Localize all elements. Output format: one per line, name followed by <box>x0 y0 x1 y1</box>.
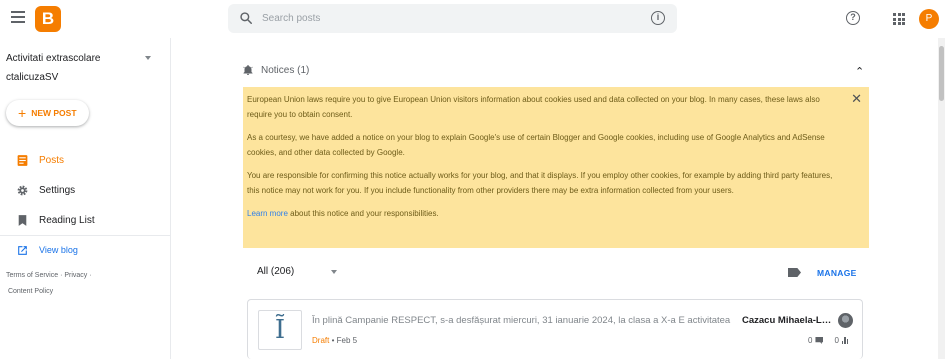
help-icon[interactable]: ? <box>846 11 860 25</box>
account-avatar[interactable]: P <box>919 9 939 29</box>
comment-count: 0 <box>808 336 813 345</box>
sidebar-item-label: Settings <box>39 184 76 196</box>
post-title[interactable]: În plină Campanie RESPECT, s-a desfășura… <box>312 315 742 326</box>
page-scrollbar[interactable] <box>938 38 945 359</box>
open-external-icon <box>18 245 27 255</box>
blogger-logo[interactable]: B <box>35 6 61 32</box>
chevron-up-icon[interactable]: ⌃ <box>855 65 864 78</box>
manage-button[interactable]: MANAGE <box>817 268 857 278</box>
posts-icon <box>17 154 28 166</box>
search-bar: i <box>228 4 677 33</box>
top-bar: B i ? P <box>0 0 945 38</box>
sidebar-item-label: View blog <box>39 245 78 255</box>
bell-icon <box>243 65 253 75</box>
post-author: Cazacu Mihaela-Lumini <box>742 315 834 326</box>
notice-learn-more: Learn more about this notice and your re… <box>247 206 839 221</box>
blog-switcher-chevron-icon[interactable] <box>145 56 151 60</box>
info-icon[interactable]: i <box>651 11 665 25</box>
eu-cookie-notice: ✕ European Union laws require you to giv… <box>243 87 869 248</box>
notices-header[interactable]: Notices (1) ⌃ <box>242 62 868 80</box>
notice-paragraph: As a courtesy, we have added a notice on… <box>247 133 825 157</box>
comment-icon <box>815 337 824 344</box>
plus-icon: + <box>18 105 27 121</box>
posts-filter-dropdown[interactable]: All (206) <box>257 266 294 277</box>
view-count: 0 <box>834 336 839 345</box>
notices-title: Notices (1) <box>261 65 310 76</box>
post-date: • Feb 5 <box>331 336 358 345</box>
apps-grid-icon[interactable] <box>893 13 905 25</box>
label-icon[interactable] <box>788 268 801 277</box>
sidebar-item-label: Posts <box>39 154 65 166</box>
post-row[interactable]: Ĩ În plină Campanie RESPECT, s-a desfășu… <box>247 299 863 359</box>
post-meta: Draft • Feb 5 <box>312 336 357 345</box>
privacy-link[interactable]: Privacy <box>64 272 87 279</box>
notice-paragraph: You are responsible for confirming this … <box>247 171 833 195</box>
close-icon[interactable]: ✕ <box>851 92 862 105</box>
scrollbar-thumb[interactable] <box>939 46 944 101</box>
bookmark-icon <box>18 214 27 226</box>
sidebar: Activitati extrascolare ctalicuzaSV + NE… <box>0 38 171 359</box>
chevron-down-icon[interactable] <box>331 270 337 274</box>
sidebar-item-reading-list[interactable]: Reading List <box>0 208 171 232</box>
author-avatar <box>838 313 853 328</box>
blog-subtitle: ctalicuzaSV <box>6 72 59 83</box>
notice-paragraph: European Union laws require you to give … <box>247 95 820 119</box>
sidebar-item-settings[interactable]: Settings <box>0 178 171 202</box>
footer-links: Terms of Service · Privacy · Content Pol… <box>6 272 92 295</box>
sidebar-item-posts[interactable]: Posts <box>0 148 171 172</box>
search-icon <box>240 12 252 24</box>
gear-icon <box>17 185 28 195</box>
sidebar-item-label: Reading List <box>39 214 95 226</box>
blog-name[interactable]: Activitati extrascolare <box>6 53 100 64</box>
new-post-label: NEW POST <box>31 108 77 118</box>
terms-link[interactable]: Terms of Service <box>6 272 58 279</box>
menu-icon[interactable] <box>11 11 25 23</box>
post-status: Draft <box>312 336 330 345</box>
views-chart-icon <box>841 337 849 344</box>
learn-more-rest: about this notice and your responsibilit… <box>287 209 439 218</box>
post-thumbnail: Ĩ <box>258 310 302 350</box>
search-input[interactable] <box>262 8 642 29</box>
learn-more-link[interactable]: Learn more <box>247 209 288 218</box>
post-stats: 0 0 <box>808 336 849 345</box>
new-post-button[interactable]: + NEW POST <box>6 100 89 126</box>
sidebar-divider <box>0 235 171 236</box>
content-policy-link[interactable]: Content Policy <box>8 288 53 295</box>
sidebar-item-view-blog[interactable]: View blog <box>0 238 171 262</box>
